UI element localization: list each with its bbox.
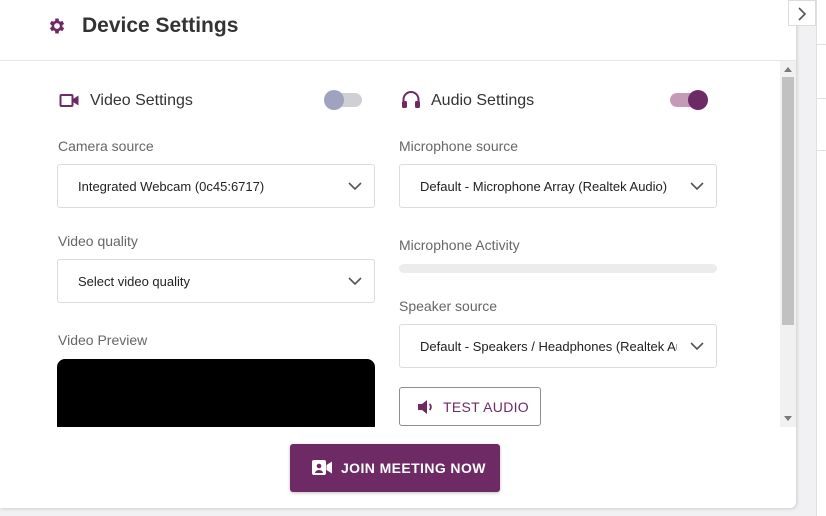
side-divider <box>816 44 826 45</box>
video-quality-label: Video quality <box>58 233 138 249</box>
speaker-source-value: Default - Speakers / Headphones (Realtek… <box>420 339 677 354</box>
expand-panel-button[interactable] <box>788 0 816 26</box>
gear-icon <box>49 18 65 34</box>
video-camera-icon <box>59 94 79 107</box>
audio-toggle[interactable] <box>668 89 708 111</box>
device-settings-dialog: Device Settings Video Settings Camera so… <box>0 0 796 508</box>
video-preview <box>57 359 375 427</box>
chevron-down-icon <box>690 182 704 191</box>
camera-source-value: Integrated Webcam (0c45:6717) <box>78 179 265 194</box>
microphone-activity-label: Microphone Activity <box>399 237 520 253</box>
scrollbar-thumb[interactable] <box>782 77 794 325</box>
side-divider <box>816 150 826 151</box>
speaker-icon <box>418 400 432 414</box>
video-quality-placeholder: Select video quality <box>78 274 191 289</box>
chevron-down-icon <box>348 277 362 286</box>
dialog-title: Device Settings <box>82 14 239 37</box>
video-preview-label: Video Preview <box>58 332 148 348</box>
toggle-knob <box>688 90 708 110</box>
test-audio-label: TEST AUDIO <box>443 399 529 415</box>
scrollbar[interactable] <box>780 61 796 427</box>
side-divider <box>816 98 826 99</box>
video-settings-title: Video Settings <box>90 92 193 109</box>
scroll-down-arrow[interactable] <box>784 416 792 421</box>
join-meeting-label: JOIN MEETING NOW <box>341 460 486 476</box>
chevron-down-icon <box>690 342 704 351</box>
speaker-source-select[interactable]: Default - Speakers / Headphones (Realtek… <box>399 324 717 368</box>
side-panel <box>816 0 826 516</box>
test-audio-button[interactable]: TEST AUDIO <box>399 387 541 426</box>
scroll-up-arrow[interactable] <box>784 67 792 72</box>
join-meeting-button[interactable]: JOIN MEETING NOW <box>290 444 500 492</box>
settings-body: Video Settings Camera source Integrated … <box>0 61 780 427</box>
microphone-source-label: Microphone source <box>399 138 519 154</box>
chevron-down-icon <box>348 182 362 191</box>
video-call-icon <box>312 460 332 475</box>
dialog-header: Device Settings <box>0 0 796 61</box>
chevron-right-icon <box>798 7 807 21</box>
microphone-source-value: Default - Microphone Array (Realtek Audi… <box>420 179 668 194</box>
audio-settings-title: Audio Settings <box>431 92 535 109</box>
headphones-icon <box>402 91 420 108</box>
video-quality-select[interactable]: Select video quality <box>57 259 375 303</box>
video-toggle[interactable] <box>324 89 364 111</box>
camera-source-label: Camera source <box>58 138 154 154</box>
microphone-source-select[interactable]: Default - Microphone Array (Realtek Audi… <box>399 164 717 208</box>
camera-source-select[interactable]: Integrated Webcam (0c45:6717) <box>57 164 375 208</box>
microphone-activity-meter <box>399 264 717 273</box>
toggle-knob <box>324 90 344 110</box>
speaker-source-label: Speaker source <box>399 298 498 314</box>
